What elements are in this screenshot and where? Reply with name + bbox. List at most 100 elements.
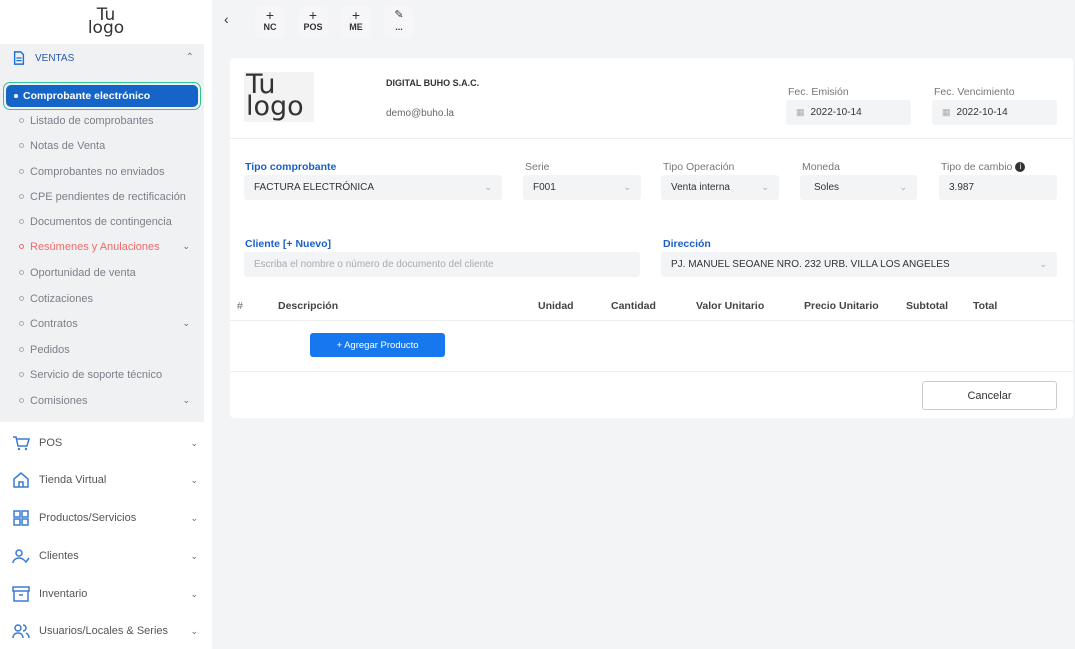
sidebar-item-comprobante-electronico[interactable]: Comprobante electrónico xyxy=(6,85,198,107)
document-icon xyxy=(13,51,25,65)
top-toolbar: ‹ + NC + POS + ME ✎... xyxy=(212,0,1075,44)
circle-icon xyxy=(19,296,24,301)
info-icon[interactable]: i xyxy=(1015,162,1026,173)
active-item-label: Comprobante electrónico xyxy=(23,90,151,102)
user-check-icon xyxy=(12,549,30,564)
new-pos-button[interactable]: + POS xyxy=(298,6,328,38)
sidebar-item-comisiones[interactable]: Comisiones ⌄ xyxy=(0,388,204,413)
cancel-button[interactable]: Cancelar xyxy=(922,381,1057,410)
moneda-label: Moneda xyxy=(802,161,840,173)
circle-icon xyxy=(19,118,24,123)
invoice-form-card: Tu logo DIGITAL BUHO S.A.C. demo@buho.la… xyxy=(230,58,1073,418)
ventas-label: VENTAS xyxy=(35,52,75,64)
col-precio-unitario: Precio Unitario xyxy=(804,300,879,312)
menu-label: Inventario xyxy=(39,588,88,600)
tool-label: POS xyxy=(303,22,323,32)
field-placeholder: Escriba el nombre o número de documento … xyxy=(254,259,494,270)
active-item-wrapper: Comprobante electrónico xyxy=(3,82,201,110)
sub-item-label: Oportunidad de venta xyxy=(30,266,136,279)
sidebar-item-contratos[interactable]: Contratos ⌄ xyxy=(0,311,204,336)
tool-label: ME xyxy=(349,22,363,32)
sub-item-label: Resúmenes y Anulaciones xyxy=(30,240,160,253)
add-product-button[interactable]: + Agregar Producto xyxy=(310,333,445,357)
tipo-operacion-select[interactable]: Venta interna ⌄ xyxy=(661,175,779,200)
circle-icon xyxy=(19,219,24,224)
new-me-button[interactable]: + ME xyxy=(341,6,371,38)
edit-more-button[interactable]: ✎... xyxy=(384,6,414,38)
tipo-comprobante-select[interactable]: FACTURA ELECTRÓNICA ⌄ xyxy=(244,175,502,200)
sidebar-item-inventario[interactable]: Inventario ⌄ xyxy=(0,579,212,609)
chevron-down-icon: ⌄ xyxy=(484,182,492,192)
serie-select[interactable]: F001 ⌄ xyxy=(523,175,641,200)
sidebar-item-usuarios[interactable]: Usuarios/Locales & Series ⌄ xyxy=(0,616,212,646)
users-icon xyxy=(12,624,30,639)
col-valor-unitario: Valor Unitario xyxy=(696,300,765,312)
sidebar-item-pos[interactable]: POS ⌄ xyxy=(0,428,212,458)
chevron-down-icon: ⌄ xyxy=(190,588,198,599)
divider xyxy=(230,371,1073,372)
sidebar-item-contingencia[interactable]: Documentos de contingencia xyxy=(0,209,204,234)
circle-icon xyxy=(19,244,24,249)
chevron-down-icon: ⌄ xyxy=(182,395,190,405)
cliente-label[interactable]: Cliente [+ Nuevo] xyxy=(245,238,331,250)
sub-item-label: Documentos de contingencia xyxy=(30,215,172,228)
direccion-select[interactable]: PJ. MANUEL SEOANE NRO. 232 URB. VILLA LO… xyxy=(661,252,1057,277)
logo-line2: logo xyxy=(87,18,125,38)
field-value: F001 xyxy=(533,182,556,193)
company-email: demo@buho.la xyxy=(386,108,454,119)
company-name: DIGITAL BUHO S.A.C. xyxy=(386,78,480,88)
sidebar-item-notas-venta[interactable]: Notas de Venta xyxy=(0,133,204,158)
sub-item-label: CPE pendientes de rectificación xyxy=(30,190,186,203)
fec-emision-input[interactable]: ▦ 2022-10-14 xyxy=(786,100,911,125)
sidebar-item-cotizaciones[interactable]: Cotizaciones xyxy=(0,286,204,311)
col-unidad: Unidad xyxy=(538,300,574,312)
sidebar-item-oportunidad[interactable]: Oportunidad de venta xyxy=(0,260,204,285)
circle-icon xyxy=(19,372,24,377)
sidebar-logo[interactable]: Tu logo xyxy=(0,0,212,44)
serie-label: Serie xyxy=(525,161,550,173)
sub-item-label: Cotizaciones xyxy=(30,292,93,305)
menu-label: Clientes xyxy=(39,550,79,562)
menu-label: POS xyxy=(39,437,63,449)
col-subtotal: Subtotal xyxy=(906,300,948,312)
sidebar-item-cpe-pendientes[interactable]: CPE pendientes de rectificación xyxy=(0,184,204,209)
cliente-search-input[interactable]: Escriba el nombre o número de documento … xyxy=(244,252,640,277)
logo-line2: logo xyxy=(246,91,304,122)
sub-item-label: Contratos xyxy=(30,317,78,330)
plus-icon: + xyxy=(308,7,318,23)
tipo-operacion-label: Tipo Operación xyxy=(663,161,735,173)
new-nc-button[interactable]: + NC xyxy=(255,6,285,38)
fec-vencimiento-input[interactable]: ▦ 2022-10-14 xyxy=(932,100,1057,125)
moneda-select[interactable]: Soles ⌄ xyxy=(800,175,917,200)
sidebar-item-listado-comprobantes[interactable]: Listado de comprobantes xyxy=(0,108,204,133)
sidebar-item-pedidos[interactable]: Pedidos xyxy=(0,337,204,362)
tipo-comprobante-label: Tipo comprobante xyxy=(245,161,337,173)
chevron-left-icon[interactable]: ‹ xyxy=(224,11,229,27)
chevron-down-icon: ⌄ xyxy=(190,550,198,561)
sidebar-item-tienda-virtual[interactable]: Tienda Virtual ⌄ xyxy=(0,465,212,495)
sidebar-item-resumenes[interactable]: Resúmenes y Anulaciones ⌄ xyxy=(0,234,204,259)
sidebar-item-productos[interactable]: Productos/Servicios ⌄ xyxy=(0,503,212,533)
fec-emision-label: Fec. Emisión xyxy=(788,86,849,98)
circle-icon xyxy=(19,194,24,199)
archive-icon xyxy=(12,586,30,602)
sidebar-item-clientes[interactable]: Clientes ⌄ xyxy=(0,541,212,571)
chevron-down-icon: ⌄ xyxy=(190,625,198,636)
sidebar: Tu logo VENTAS ⌃ Comprobante electrónico… xyxy=(0,0,212,649)
col-number: # xyxy=(237,300,243,312)
sub-item-label: Notas de Venta xyxy=(30,139,106,152)
sidebar-item-soporte[interactable]: Servicio de soporte técnico xyxy=(0,362,204,387)
circle-icon xyxy=(19,321,24,326)
col-descripcion: Descripción xyxy=(278,300,339,312)
tool-label: NC xyxy=(263,22,277,32)
ventas-menu-header[interactable]: VENTAS ⌃ xyxy=(0,44,204,72)
tipo-cambio-input[interactable]: 3.987 xyxy=(939,175,1057,200)
chevron-down-icon: ⌄ xyxy=(623,182,631,192)
bullet-icon xyxy=(14,94,18,98)
sidebar-item-no-enviados[interactable]: Comprobantes no enviados xyxy=(0,159,204,184)
chevron-up-icon: ⌃ xyxy=(185,52,194,63)
chevron-down-icon: ⌄ xyxy=(1039,259,1047,269)
divider xyxy=(230,138,1073,139)
home-icon xyxy=(13,472,29,488)
circle-icon xyxy=(19,169,24,174)
